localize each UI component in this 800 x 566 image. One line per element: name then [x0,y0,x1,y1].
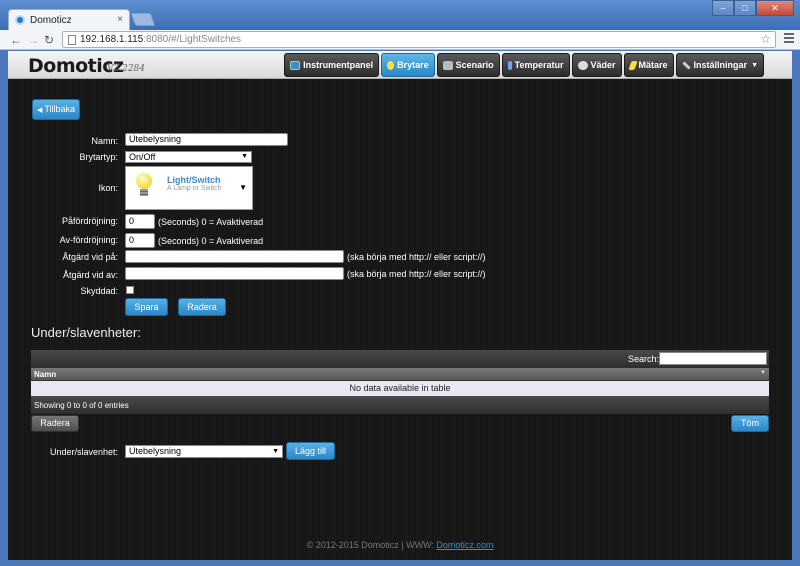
icon-option-title: Light/Switch [167,175,221,185]
ondelay-label: Påfördröjning: [61,216,118,226]
chevron-down-icon: ▼ [241,153,248,160]
tab-close-icon[interactable]: × [117,14,123,25]
back-label: Tillbaka [44,104,75,114]
save-button[interactable]: Spara [125,298,168,316]
offdelay-label: Av-fördröjning: [59,235,118,245]
app-version: V2.2284 [107,64,145,74]
nav-label: Brytare [397,60,429,70]
page-icon [68,34,76,45]
window-frame-bottom [0,560,800,566]
nav-label: Instrumentpanel [303,60,374,70]
icon-select[interactable]: Light/Switch A Lamp or Switch ▼ [125,166,253,210]
url-host: 192.168.1.115 [80,34,144,45]
subdevice-select-label: Under/slavenhet: [49,447,118,457]
app-header: Domoticz V2.2284 Instrumentpanel Brytare… [8,51,792,79]
chevron-down-icon: ▼ [239,183,247,192]
browser-tab[interactable]: Domoticz × [8,9,130,30]
search-label: Search: [627,354,659,364]
table-info: Showing 0 to 0 of 0 entries [34,401,129,410]
nav-label: Scenario [455,60,494,70]
meter-icon [627,60,638,70]
domoticz-favicon-icon [15,15,25,25]
nav-label: Inställningar [693,60,748,70]
onaction-label: Åtgärd vid på: [62,252,118,262]
minimize-button[interactable]: – [712,0,734,16]
ondelay-input[interactable]: 0 [125,214,155,229]
subdevices-table-toolbar: Search: [31,350,769,368]
new-tab-button[interactable] [130,13,156,26]
nav-vader[interactable]: Väder [571,53,622,77]
nav-label: Väder [590,60,616,70]
bulb-icon [387,60,395,70]
offaction-label: Åtgärd vid av: [62,270,118,280]
nav-matare[interactable]: Mätare [623,53,674,77]
back-arrow-icon[interactable]: ← [10,33,22,47]
nav-label: Mätare [638,60,668,70]
scene-icon [442,60,453,70]
subdevice-select-value: Utebelysning [129,446,182,456]
column-header-namn[interactable]: Namn [34,370,56,379]
subdevices-table-footer: Showing 0 to 0 of 0 entries [31,396,769,414]
weather-icon [577,60,588,70]
clear-button[interactable]: Töm [731,415,769,432]
switchtype-label: Brytartyp: [79,152,118,162]
protected-checkbox[interactable] [126,286,134,294]
sort-icon[interactable]: ▼ [760,370,766,376]
offaction-input[interactable] [125,267,344,280]
switchtype-value: On/Off [129,152,156,162]
delete-button[interactable]: Radera [178,298,226,316]
onaction-hint: (ska börja med http:// eller script://) [347,252,486,262]
nav-brytare[interactable]: Brytare [381,53,435,77]
ondelay-hint: (Seconds) 0 = Avaktiverad [158,217,264,227]
icon-label: Ikon: [98,183,118,193]
page-footer: © 2012-2015 Domoticz | WWW: Domoticz.com [8,540,792,550]
main-nav: Instrumentpanel Brytare Scenario Tempera… [284,53,764,77]
subdevice-delete-button[interactable]: Radera [31,415,79,432]
bookmark-star-icon[interactable]: ☆ [760,32,771,46]
address-bar[interactable]: 192.168.1.115:8080/#/LightSwitches ☆ [62,31,776,48]
browser-menu-icon[interactable] [784,33,794,43]
protected-label: Skyddad: [80,286,118,296]
forward-arrow-icon[interactable]: → [27,33,39,47]
name-input[interactable]: Utebelysning [125,133,288,146]
offdelay-input[interactable]: 0 [125,233,155,248]
offdelay-hint: (Seconds) 0 = Avaktiverad [158,236,264,246]
icon-option-subtitle: A Lamp or Switch [167,185,222,192]
close-window-button[interactable]: ✕ [756,0,794,16]
maximize-button[interactable]: □ [734,0,756,16]
onaction-input[interactable] [125,250,344,263]
tools-icon [681,60,691,70]
search-input[interactable] [659,352,767,365]
nav-installningar[interactable]: Inställningar ▼ [675,53,764,77]
subdevice-select[interactable]: Utebelysning ▼ [125,445,283,458]
subdevices-table-header: Namn ▼ [31,368,769,381]
chevron-down-icon: ▼ [751,61,758,69]
footer-text: © 2012-2015 Domoticz | WWW: [306,540,434,550]
switchtype-select[interactable]: On/Off ▼ [125,151,252,163]
subdevices-title: Under/slavenheter: [31,325,141,340]
browser-toolbar: ← → ↻ 192.168.1.115:8080/#/LightSwitches… [0,30,800,50]
url-path: :8080/#/LightSwitches [143,34,242,45]
name-label: Namn: [91,136,118,146]
thermometer-icon [507,60,512,70]
nav-scenario[interactable]: Scenario [436,53,500,77]
chevron-down-icon: ▼ [272,448,279,455]
footer-link[interactable]: Domoticz.com [436,540,493,550]
page-content: Domoticz V2.2284 Instrumentpanel Brytare… [8,51,792,560]
tab-title: Domoticz [30,14,72,26]
back-button[interactable]: ◀ Tillbaka [32,99,80,120]
window-controls: – □ ✕ [712,0,794,16]
nav-temperatur[interactable]: Temperatur [501,53,570,77]
table-row-empty: No data available in table [31,381,769,396]
add-subdevice-button[interactable]: Lägg till [286,442,335,460]
reload-icon[interactable]: ↻ [44,33,54,47]
dashboard-icon [290,60,301,70]
lightbulb-icon [136,173,152,196]
nav-instrumentpanel[interactable]: Instrumentpanel [284,53,380,77]
nav-label: Temperatur [514,60,564,70]
offaction-hint: (ska börja med http:// eller script://) [347,269,486,279]
